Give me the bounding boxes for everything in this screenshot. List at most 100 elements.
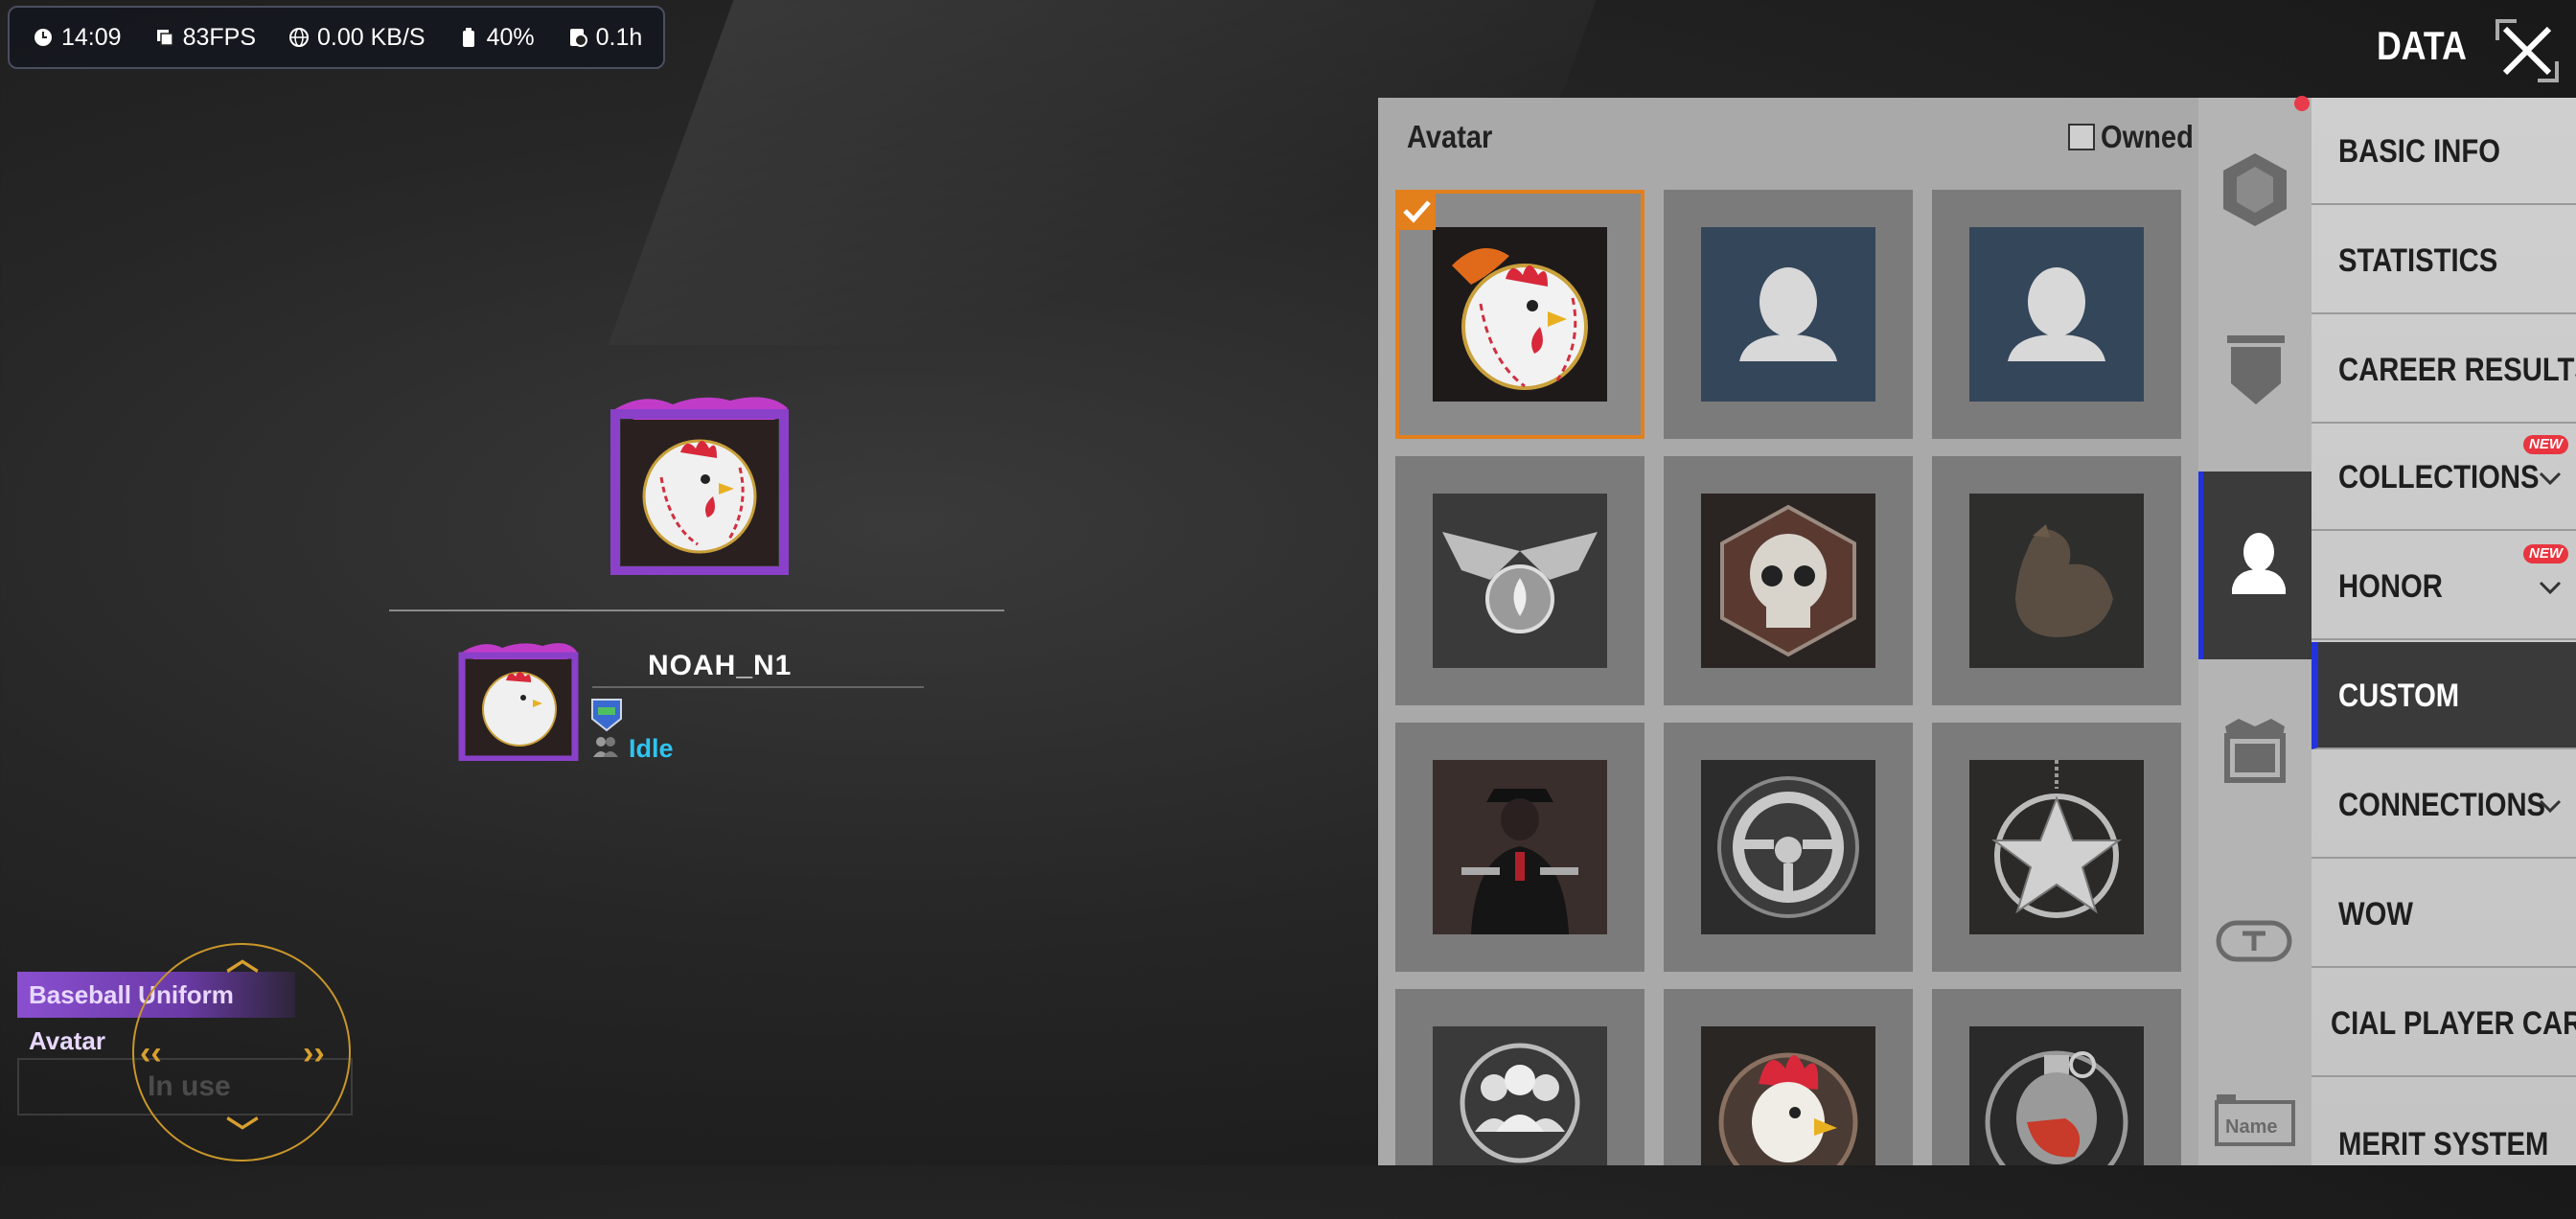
- gunman-icon: [1433, 760, 1607, 934]
- avatar-panel: Avatar Owned: [1378, 98, 2198, 1165]
- svg-text:Name: Name: [2225, 1116, 2277, 1138]
- owned-label: Owned: [2101, 119, 2194, 154]
- avatar-cell[interactable]: [1664, 456, 1913, 705]
- rail-item-nameplate[interactable]: Name: [2198, 1031, 2312, 1219]
- time-text: 14:09: [61, 23, 122, 51]
- rail-item-badge[interactable]: [2198, 98, 2312, 286]
- joystick-right-icon: ››: [303, 1035, 325, 1071]
- session-timer-icon: [569, 29, 587, 47]
- skull-icon: [1701, 494, 1875, 668]
- menu-item-label: HONOR: [2338, 568, 2443, 605]
- chevron-down-icon: [2539, 581, 2562, 595]
- winged-emblem-icon: [1433, 494, 1607, 668]
- avatar-cell[interactable]: [1395, 456, 1644, 705]
- avatar-cell[interactable]: [1395, 190, 1644, 439]
- menu-item-label: BASIC INFO: [2338, 133, 2500, 170]
- menu-item-label: CAREER RESULTS: [2338, 352, 2576, 388]
- default-avatar-icon: [1969, 227, 2144, 402]
- menu-item-connections[interactable]: CONNECTIONS: [2312, 751, 2576, 859]
- session-stat: 0.1h: [567, 23, 643, 52]
- rooster-head-icon: [1701, 1026, 1875, 1165]
- selected-check-icon: [1397, 192, 1436, 230]
- default-avatar-icon: [1701, 227, 1875, 402]
- avatar-cell[interactable]: [1932, 989, 2181, 1165]
- avatar-cell[interactable]: [1932, 723, 2181, 972]
- menu-item-statistics[interactable]: STATISTICS: [2312, 207, 2576, 314]
- avatar-cell[interactable]: [1932, 456, 2181, 705]
- owned-filter[interactable]: Owned: [2068, 119, 2198, 155]
- menu-item-label: MERIT SYSTEM: [2338, 1126, 2549, 1162]
- large-avatar-preview: [610, 397, 789, 575]
- name-underline: [592, 686, 924, 688]
- menu-item-label: STATISTICS: [2338, 242, 2498, 279]
- rail-item-avatar[interactable]: [2198, 472, 2312, 659]
- rank-badge-icon: [591, 699, 622, 732]
- joystick-down-icon: ﹀: [226, 1116, 259, 1152]
- menu-item-label: CIAL PLAYER CARD: [2331, 1005, 2576, 1042]
- avatar-cell[interactable]: [1395, 723, 1644, 972]
- panel-title: Avatar: [1407, 119, 1493, 154]
- owned-checkbox[interactable]: [2068, 124, 2095, 150]
- session-text: 0.1h: [595, 23, 643, 51]
- menu-item-custom[interactable]: CUSTOM: [2312, 642, 2576, 749]
- network-stat: 0.00 KB/S: [288, 24, 426, 52]
- menu-item-career-results[interactable]: CAREER RESULTS: [2312, 316, 2576, 424]
- menu-item-label: WOW: [2338, 896, 2413, 932]
- avatar-cell[interactable]: [1664, 190, 1913, 439]
- joystick-left-icon: ‹‹: [140, 1035, 162, 1071]
- data-menu: BASIC INFO STATISTICS CAREER RESULTS COL…: [2312, 98, 2576, 1165]
- category-rail: Name: [2198, 98, 2312, 1165]
- player-avatar[interactable]: [456, 638, 581, 761]
- friends-icon: [593, 737, 618, 757]
- player-status: Idle: [629, 734, 674, 763]
- clock-icon: [34, 29, 52, 46]
- fps-icon: [156, 30, 173, 46]
- rail-item-shield[interactable]: [2198, 286, 2312, 473]
- steering-wheel-icon: [1701, 760, 1875, 934]
- new-badge: NEW: [2523, 435, 2568, 454]
- menu-item-collections[interactable]: COLLECTIONS NEW: [2312, 424, 2576, 531]
- title-icon: [2216, 920, 2292, 962]
- avatar-grid: [1395, 190, 2181, 1165]
- menu-item-merit-system[interactable]: MERIT SYSTEM: [2312, 1079, 2576, 1186]
- menu-item-label: COLLECTIONS: [2338, 459, 2540, 495]
- squad-icon: [1433, 1026, 1607, 1165]
- fps-stat: 83FPS: [154, 24, 256, 52]
- performance-status-bar: 14:09 83FPS 0.00 KB/S 40% 0.1h: [8, 6, 665, 69]
- menu-item-label: CUSTOM: [2338, 678, 2460, 714]
- avatar-cell[interactable]: [1664, 723, 1913, 972]
- fps-text: 83FPS: [182, 23, 256, 51]
- menu-item-honor[interactable]: HONOR NEW: [2312, 533, 2576, 640]
- rail-item-frame[interactable]: [2198, 659, 2312, 847]
- close-icon[interactable]: [2490, 13, 2564, 88]
- menu-item-special-player-card[interactable]: CIAL PLAYER CARD: [2312, 970, 2576, 1077]
- nameplate-icon: Name: [2215, 1094, 2295, 1146]
- menu-item-wow[interactable]: WOW: [2312, 861, 2576, 968]
- chevron-down-icon: [2539, 472, 2562, 486]
- chicken-silhouette-icon: [1969, 494, 2144, 668]
- player-name: NOAH_N1: [648, 650, 793, 681]
- rooster-baseball-icon: [1433, 227, 1607, 402]
- battery-text: 40%: [486, 23, 535, 51]
- battery-icon: [462, 28, 474, 47]
- new-badge: NEW: [2523, 544, 2568, 564]
- avatar-cell[interactable]: [1664, 989, 1913, 1165]
- shield-icon: [2227, 335, 2285, 404]
- grenade-icon: [1969, 1026, 2144, 1165]
- avatar-cell[interactable]: [1932, 190, 2181, 439]
- star-pendant-icon: [1969, 760, 2144, 934]
- joystick-up-icon: ︿: [226, 941, 259, 978]
- clock-stat: 14:09: [33, 24, 122, 52]
- avatar-cell[interactable]: [1395, 989, 1644, 1165]
- notification-dot: [2294, 96, 2310, 111]
- menu-item-label: CONNECTIONS: [2338, 787, 2546, 823]
- chevron-down-icon: [2539, 799, 2562, 814]
- rail-item-title[interactable]: [2198, 845, 2312, 1033]
- frame-icon: [2224, 719, 2286, 783]
- profile-divider: [389, 610, 1004, 611]
- page-title: DATA: [2377, 23, 2467, 68]
- badge-icon: [2223, 153, 2287, 226]
- battery-stat: 40%: [458, 24, 535, 52]
- avatar-icon: [2232, 533, 2286, 594]
- menu-item-basic-info[interactable]: BASIC INFO: [2312, 98, 2576, 205]
